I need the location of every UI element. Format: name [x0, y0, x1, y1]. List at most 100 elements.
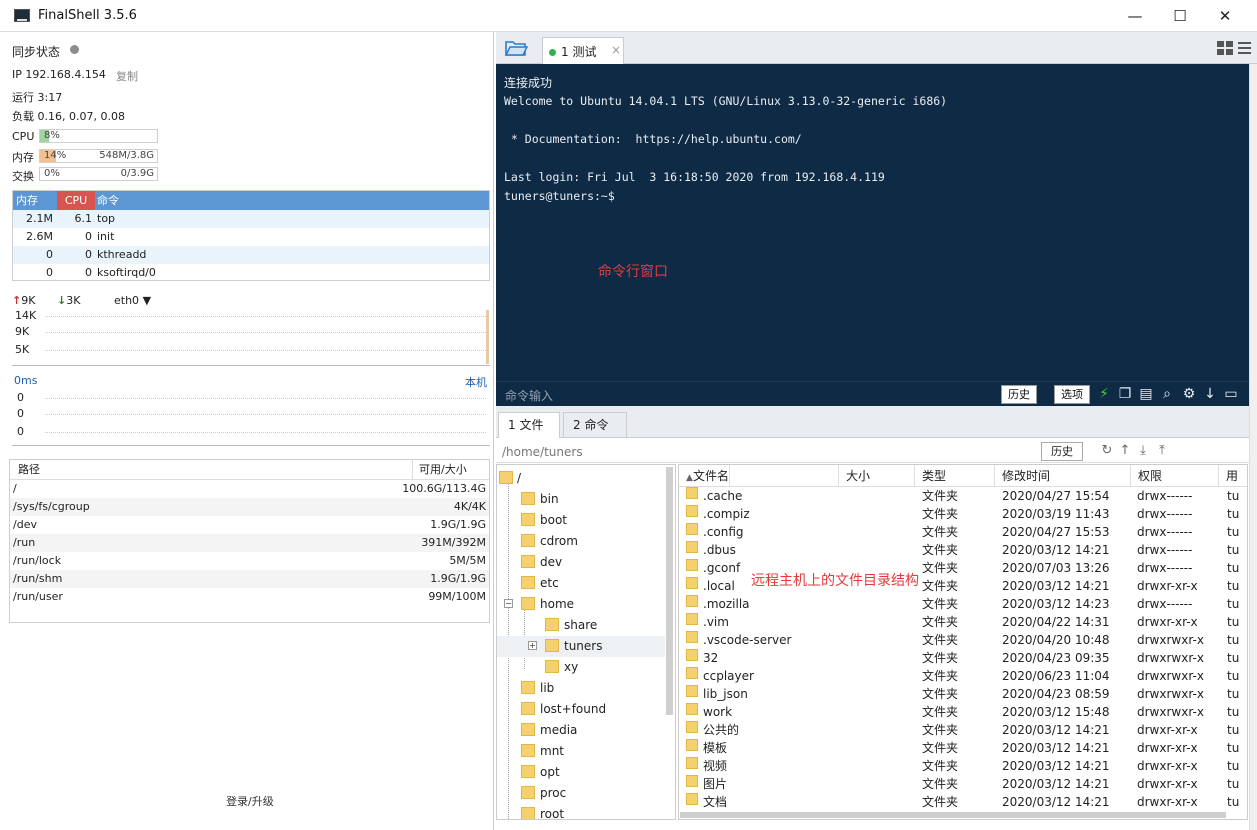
table-row[interactable]: 32 文件夹 2020/04/23 09:35 drwxrwxr-x tu — [679, 649, 1247, 667]
file-owner: tu — [1227, 615, 1240, 629]
tab-session-test[interactable]: 1 测试 × — [542, 37, 624, 64]
close-window-button[interactable]: ✕ — [1214, 6, 1236, 26]
collapse-toggle-icon[interactable]: − — [504, 599, 513, 608]
sort-by-cmd-header[interactable]: 命令 — [97, 191, 119, 210]
layout-grid-icon[interactable] — [1217, 41, 1233, 55]
file-name: 模板 — [703, 741, 728, 755]
table-row[interactable]: 2.6M 0 init — [13, 228, 489, 246]
maximize-button[interactable]: ☐ — [1169, 6, 1191, 26]
tree-item[interactable]: opt — [497, 762, 665, 783]
disk-size-header[interactable]: 可用/大小 — [412, 460, 467, 480]
file-list-horizontal-scrollbar[interactable] — [680, 812, 1226, 818]
menu-icon[interactable] — [1238, 41, 1251, 55]
network-interface-select[interactable]: eth0 ▼ — [114, 294, 151, 307]
tree-item[interactable]: root — [497, 804, 665, 819]
history-button[interactable]: 历史 — [1001, 385, 1037, 404]
up-directory-icon[interactable]: ↑ — [1117, 442, 1133, 460]
gear-icon[interactable]: ⚙ — [1180, 385, 1198, 404]
copy-icon[interactable]: ❐ — [1116, 385, 1134, 404]
sort-by-size-header[interactable]: 大小 — [839, 465, 915, 487]
table-row[interactable]: 0 0 kthreadd — [13, 246, 489, 264]
tree-item[interactable]: share — [497, 615, 665, 636]
tree-item[interactable]: bin — [497, 489, 665, 510]
table-row[interactable]: .cache 文件夹 2020/04/27 15:54 drwx------ tu — [679, 487, 1247, 505]
table-row[interactable]: .config 文件夹 2020/04/27 15:53 drwx------ tu — [679, 523, 1247, 541]
table-row[interactable]: .vscode-server 文件夹 2020/04/20 10:48 drwxrwx… — [679, 631, 1247, 649]
vertical-scrollbar[interactable] — [1249, 64, 1257, 830]
download-file-icon[interactable]: ⤓ — [1135, 442, 1151, 460]
table-row[interactable]: 公共的 文件夹 2020/03/12 14:21 drwxr-xr-x tu — [679, 721, 1247, 739]
command-input-bar[interactable]: 命令输入 历史 选项 ⚡ ❐ ▤ ⌕ ⚙ ↓ ▭ — [496, 381, 1249, 406]
table-row[interactable]: 0 0 ksoftirqd/0 — [13, 264, 489, 282]
download-icon[interactable]: ↓ — [1201, 385, 1219, 404]
table-row[interactable]: .mozilla 文件夹 2020/03/12 14:23 drwx------ tu — [679, 595, 1247, 613]
sort-by-type-header[interactable]: 类型 — [915, 465, 995, 487]
table-row[interactable]: 视频 文件夹 2020/03/12 14:21 drwxr-xr-x tu — [679, 757, 1247, 775]
table-row[interactable]: 2.1M 6.1 top — [13, 210, 489, 228]
tree-item[interactable]: xy — [497, 657, 665, 678]
table-row[interactable]: work 文件夹 2020/03/12 15:48 drwxrwxr-x tu — [679, 703, 1247, 721]
open-folder-icon[interactable] — [504, 38, 528, 58]
table-row[interactable]: 图片 文件夹 2020/03/12 14:21 drwxr-xr-x tu — [679, 775, 1247, 793]
table-row[interactable]: 文档 文件夹 2020/03/12 14:21 drwxr-xr-x tu — [679, 793, 1247, 811]
sort-by-perm-header[interactable]: 权限 — [1131, 465, 1219, 487]
copy-ip-button[interactable]: 复制 — [116, 68, 138, 84]
table-row[interactable]: .vim 文件夹 2020/04/22 14:31 drwxr-xr-x tu — [679, 613, 1247, 631]
tree-item[interactable]: dev — [497, 552, 665, 573]
tree-item[interactable]: / — [497, 468, 665, 489]
sort-by-time-header[interactable]: 修改时间 — [995, 465, 1131, 487]
table-row[interactable]: .dbus 文件夹 2020/03/12 14:21 drwx------ tu — [679, 541, 1247, 559]
tree-item-selected[interactable]: + tuners — [497, 636, 665, 657]
disk-path: /sys/fs/cgroup — [13, 500, 90, 513]
command-input-placeholder[interactable]: 命令输入 — [505, 387, 553, 404]
search-icon[interactable]: ⌕ — [1158, 385, 1176, 404]
tab-commands[interactable]: 2 命令 — [563, 412, 627, 438]
sort-by-cpu-header[interactable]: CPU — [57, 191, 95, 210]
table-row[interactable]: 模板 文件夹 2020/03/12 14:21 drwxr-xr-x tu — [679, 739, 1247, 757]
table-row[interactable]: .compiz 文件夹 2020/03/19 11:43 drwx------ tu — [679, 505, 1247, 523]
table-row[interactable]: / 100.6G/113.4G — [10, 480, 489, 498]
disk-path: /run/shm — [13, 572, 63, 585]
table-row[interactable]: /run/shm 1.9G/1.9G — [10, 570, 489, 588]
table-row[interactable]: /run/lock 5M/5M — [10, 552, 489, 570]
tree-item[interactable]: etc — [497, 573, 665, 594]
tab-files[interactable]: 1 文件 — [498, 412, 560, 438]
file-owner: tu — [1227, 687, 1240, 701]
tab-close-icon[interactable]: × — [611, 43, 621, 57]
paste-icon[interactable]: ▤ — [1137, 385, 1155, 404]
refresh-icon[interactable]: ↻ — [1099, 442, 1115, 460]
options-button[interactable]: 选项 — [1054, 385, 1090, 404]
disk-path-header[interactable]: 路径 — [18, 460, 40, 480]
table-row[interactable]: lib_json 文件夹 2020/04/23 08:59 drwxrwxr-x tu — [679, 685, 1247, 703]
window-icon[interactable]: ▭ — [1222, 385, 1240, 404]
tree-item[interactable]: media — [497, 720, 665, 741]
file-type: 文件夹 — [922, 741, 959, 755]
sort-by-name-header[interactable]: 文件名 ▲ — [679, 465, 839, 487]
latency-label: 0ms — [14, 374, 38, 387]
tree-item[interactable]: − home — [497, 594, 665, 615]
terminal-output[interactable]: 连接成功 Welcome to Ubuntu 14.04.1 LTS (GNU/… — [496, 64, 1249, 406]
table-row[interactable]: /dev 1.9G/1.9G — [10, 516, 489, 534]
current-path-input[interactable]: /home/tuners — [502, 445, 583, 459]
tree-item[interactable]: boot — [497, 510, 665, 531]
path-history-button[interactable]: 历史 — [1041, 442, 1083, 461]
tree-item[interactable]: cdrom — [497, 531, 665, 552]
sort-by-user-header[interactable]: 用 — [1219, 465, 1247, 487]
minimize-button[interactable]: — — [1124, 6, 1146, 26]
upload-file-icon[interactable]: ⤒ — [1154, 442, 1170, 460]
tree-item[interactable]: lib — [497, 678, 665, 699]
tree-scrollbar[interactable] — [666, 467, 673, 715]
login-upgrade-link[interactable]: 登录/升级 — [226, 793, 274, 809]
sort-by-mem-header[interactable]: 内存 — [13, 191, 57, 210]
tree-item[interactable]: proc — [497, 783, 665, 804]
table-row[interactable]: /run/user 99M/100M — [10, 588, 489, 606]
table-row[interactable]: /run 391M/392M — [10, 534, 489, 552]
file-modified: 2020/06/23 11:04 — [1002, 669, 1110, 683]
expand-toggle-icon[interactable]: + — [528, 641, 537, 650]
file-owner: tu — [1227, 795, 1240, 809]
table-row[interactable]: ccplayer 文件夹 2020/06/23 11:04 drwxrwxr-x tu — [679, 667, 1247, 685]
tree-item[interactable]: mnt — [497, 741, 665, 762]
table-row[interactable]: /sys/fs/cgroup 4K/4K — [10, 498, 489, 516]
tree-item[interactable]: lost+found — [497, 699, 665, 720]
lightning-icon[interactable]: ⚡ — [1095, 385, 1113, 404]
